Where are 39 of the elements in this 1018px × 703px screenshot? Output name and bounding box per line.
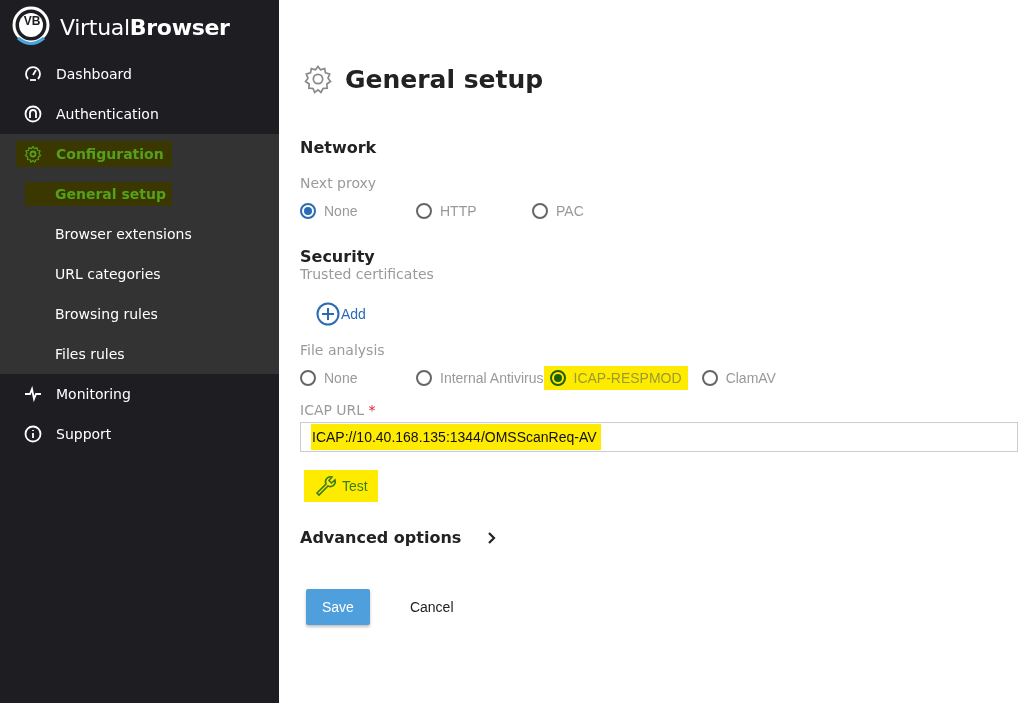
test-button[interactable]: Test — [304, 470, 378, 502]
gauge-icon — [24, 65, 42, 83]
submenu-item[interactable]: Browser extensions — [25, 222, 198, 246]
section-heading: Security — [300, 247, 376, 266]
submenu-item[interactable]: General setup — [25, 182, 172, 206]
info-icon — [24, 425, 42, 443]
radio-option[interactable]: HTTP — [416, 199, 532, 223]
section-heading: Network — [300, 138, 378, 157]
field-label: Trusted certificates — [300, 266, 435, 282]
radio-option[interactable]: None — [300, 199, 416, 223]
advanced-options-toggle[interactable]: Advanced options — [300, 528, 498, 547]
required-mark: * — [368, 402, 376, 418]
radio-option[interactable]: None — [300, 366, 416, 390]
radio-option[interactable]: PAC — [532, 199, 648, 223]
logo-monogram: VB — [22, 14, 42, 28]
save-button[interactable]: Save — [306, 589, 370, 625]
radio-option[interactable]: Internal Antivirus — [416, 366, 544, 390]
settings-icon — [24, 145, 42, 163]
logo-text: VirtualBrowser — [60, 14, 230, 40]
submenu-item[interactable]: URL categories — [25, 262, 167, 286]
settings-icon — [303, 64, 333, 94]
submenu-item[interactable]: Files rules — [25, 342, 131, 366]
nav-item[interactable]: Support — [16, 421, 120, 447]
add-button[interactable]: Add — [316, 302, 366, 326]
field-label: Next proxy — [300, 175, 378, 191]
nav-item[interactable]: Authentication — [16, 101, 167, 127]
field-label: File analysis — [300, 342, 386, 358]
nav-item[interactable]: Dashboard — [16, 61, 140, 87]
page-title: General setup — [345, 64, 544, 94]
radio-option[interactable]: ClamAV — [701, 366, 818, 390]
pulse-icon — [24, 385, 42, 403]
nav-item[interactable]: Configuration — [16, 141, 172, 167]
field-label: ICAP URL — [300, 402, 365, 418]
plus-circle-icon — [316, 302, 340, 326]
wrench-icon — [314, 474, 338, 498]
nav-item[interactable]: Monitoring — [16, 381, 139, 407]
input-field[interactable]: ICAP://10.40.168.135:1344/OMSScanReq-AV — [300, 422, 1018, 452]
submenu-item[interactable]: Browsing rules — [25, 302, 164, 326]
cancel-button[interactable]: Cancel — [393, 589, 470, 625]
